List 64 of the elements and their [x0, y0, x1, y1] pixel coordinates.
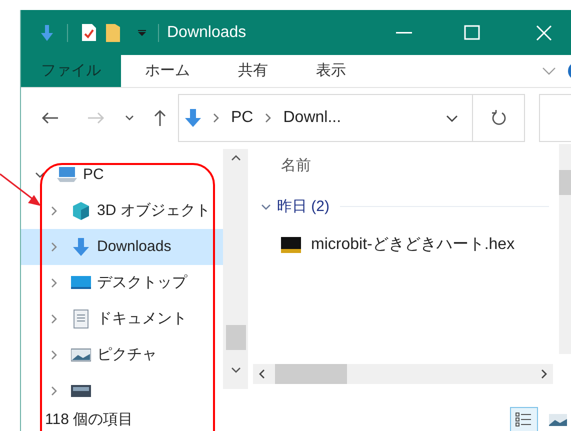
nav-item[interactable]: Downloads [21, 229, 223, 265]
nav-label: Downloads [97, 236, 172, 257]
column-header[interactable]: 名前 [281, 155, 311, 178]
nav-label: デスクトップ [97, 272, 187, 293]
breadcrumb[interactable]: Downl... [283, 106, 342, 130]
scrollbar-thumb[interactable] [559, 170, 571, 195]
nav-item[interactable]: 3D オブジェクト [21, 193, 223, 229]
cube-icon [71, 201, 91, 221]
address-bar[interactable]: PC Downl... [178, 94, 473, 142]
maximize-icon[interactable] [464, 25, 480, 40]
item-count: 118 個の項目 [45, 410, 134, 430]
ribbon-expand-icon[interactable] [542, 67, 556, 75]
nav-item[interactable]: ピクチャ [21, 337, 223, 373]
nav-item[interactable]: PC [21, 157, 223, 193]
document-icon [71, 309, 91, 329]
close-icon[interactable] [536, 24, 552, 40]
scrollbar[interactable] [559, 144, 571, 354]
chevron-right-icon [265, 113, 272, 123]
nav-label: PC [83, 164, 104, 185]
recent-dropdown-icon[interactable] [125, 115, 134, 121]
checklist-icon[interactable] [82, 24, 96, 41]
horizontal-scrollbar[interactable] [253, 364, 553, 384]
address-dropdown-icon[interactable] [446, 114, 458, 122]
dropdown-icon[interactable] [138, 30, 146, 36]
chevron-right-icon [213, 113, 219, 123]
ribbon-tab[interactable]: 表示 [292, 55, 370, 87]
scroll-down-icon[interactable] [230, 367, 240, 373]
file-name[interactable]: microbit-どきどきハート.hex [311, 233, 515, 257]
minimize-icon[interactable] [396, 32, 412, 34]
expand-icon[interactable] [49, 350, 59, 360]
expand-icon[interactable] [49, 242, 59, 252]
up-icon[interactable] [154, 109, 166, 127]
window-title: Downloads [167, 22, 246, 42]
download-icon [185, 109, 201, 127]
scrollbar-thumb[interactable] [226, 325, 246, 350]
breadcrumb[interactable]: PC [231, 106, 254, 130]
nav-label: ドキュメント [97, 308, 187, 329]
expand-icon[interactable] [49, 386, 59, 396]
nav-item[interactable]: ドキュメント [21, 301, 223, 337]
file-icon [281, 237, 301, 253]
expand-icon[interactable] [49, 278, 59, 288]
back-icon[interactable] [41, 112, 59, 124]
download-icon [71, 237, 91, 257]
expand-icon[interactable] [49, 314, 59, 324]
scroll-left-icon[interactable] [259, 369, 265, 379]
scrollbar-thumb[interactable] [275, 364, 347, 384]
expand-icon[interactable] [49, 206, 59, 216]
ribbon-tab[interactable]: 共有 [214, 55, 292, 87]
collapse-icon[interactable] [261, 202, 271, 212]
nav-item[interactable]: デスクトップ [21, 265, 223, 301]
scroll-up-icon[interactable] [230, 155, 240, 161]
folder-icon[interactable] [106, 24, 120, 42]
group-header[interactable]: 昨日 (2) [277, 196, 330, 218]
nav-label: 3D オブジェクト [97, 200, 210, 221]
refresh-button[interactable] [473, 94, 525, 142]
collapse-icon[interactable] [35, 170, 45, 180]
refresh-icon [490, 110, 506, 126]
nav-label: ピクチャ [97, 344, 157, 365]
computer-icon [57, 165, 77, 185]
ribbon-tab[interactable]: ホーム [121, 55, 214, 87]
scroll-right-icon[interactable] [541, 369, 547, 379]
scrollbar[interactable] [223, 149, 248, 389]
search-field[interactable] [539, 94, 571, 142]
details-view-button[interactable] [510, 407, 538, 431]
